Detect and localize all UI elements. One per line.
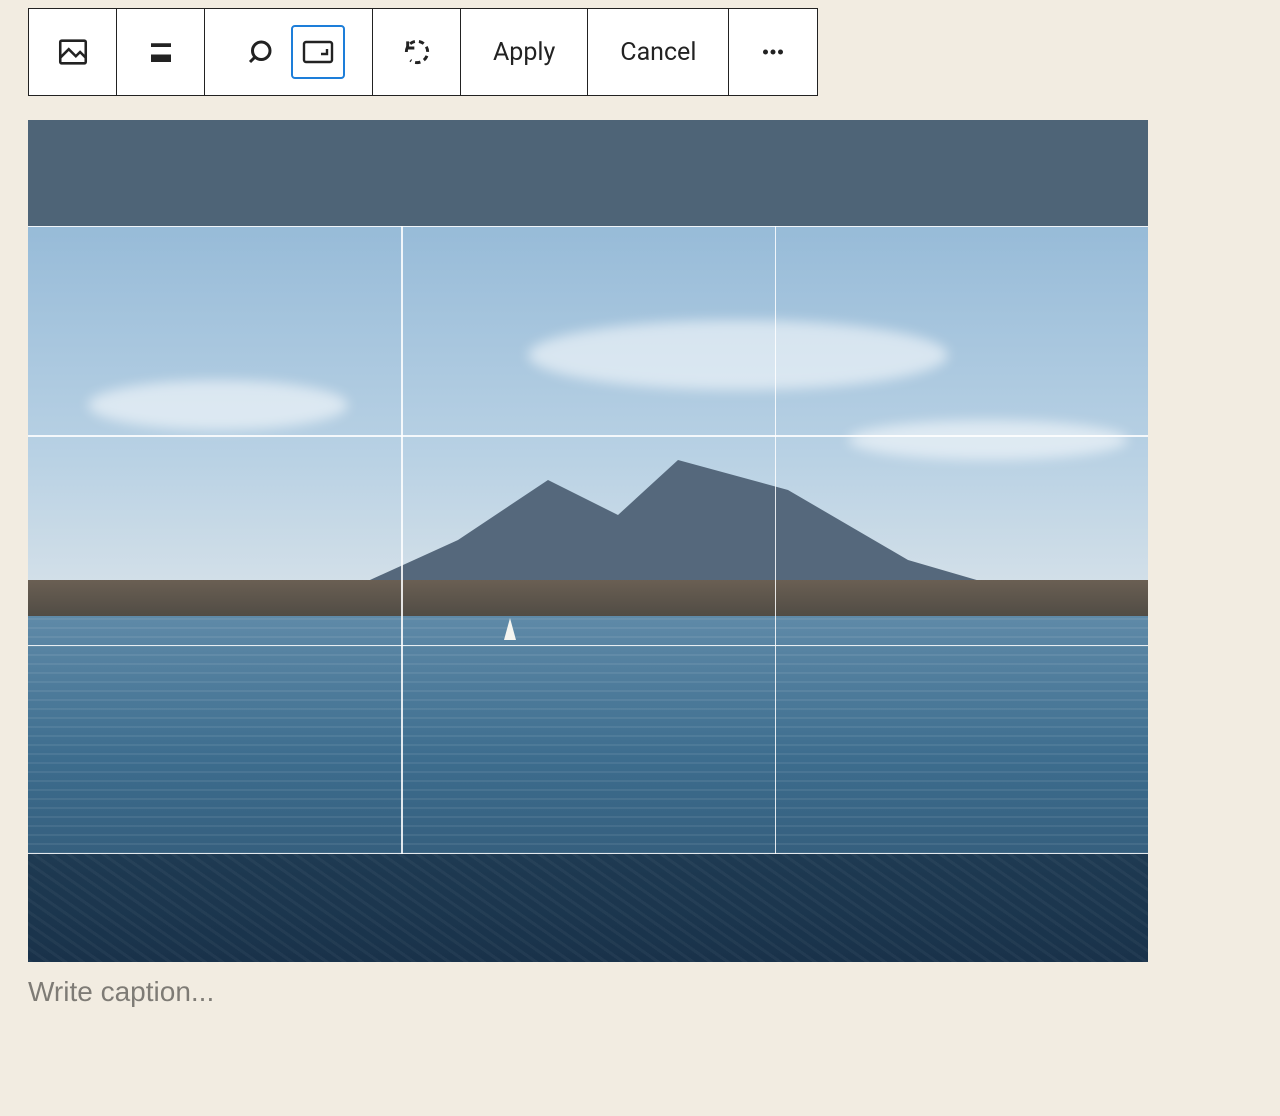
rotate-button[interactable] bbox=[390, 25, 444, 79]
image-preview bbox=[28, 120, 1148, 962]
toolbar-cell-image bbox=[29, 9, 117, 95]
cancel-label: Cancel bbox=[620, 38, 696, 67]
rotate-icon bbox=[401, 36, 433, 68]
toolbar-cell-more bbox=[729, 9, 817, 95]
block-toolbar: Apply Cancel bbox=[28, 8, 818, 96]
image-crop-canvas[interactable] bbox=[28, 120, 1148, 962]
image-icon bbox=[56, 35, 90, 69]
zoom-icon bbox=[245, 37, 275, 67]
toolbar-cell-align bbox=[117, 9, 205, 95]
aspect-ratio-icon bbox=[302, 40, 334, 64]
more-options-button[interactable] bbox=[746, 25, 800, 79]
align-icon bbox=[146, 37, 176, 67]
align-button[interactable] bbox=[134, 25, 188, 79]
toolbar-cell-crop-tools bbox=[205, 9, 373, 95]
aspect-ratio-button[interactable] bbox=[291, 25, 345, 79]
more-options-icon bbox=[758, 37, 788, 67]
caption-input[interactable] bbox=[28, 976, 1148, 1008]
zoom-button[interactable] bbox=[233, 25, 287, 79]
apply-button[interactable]: Apply bbox=[461, 9, 588, 95]
apply-label: Apply bbox=[493, 38, 555, 67]
cancel-button[interactable]: Cancel bbox=[588, 9, 729, 95]
image-block-button[interactable] bbox=[46, 25, 100, 79]
toolbar-cell-rotate bbox=[373, 9, 461, 95]
